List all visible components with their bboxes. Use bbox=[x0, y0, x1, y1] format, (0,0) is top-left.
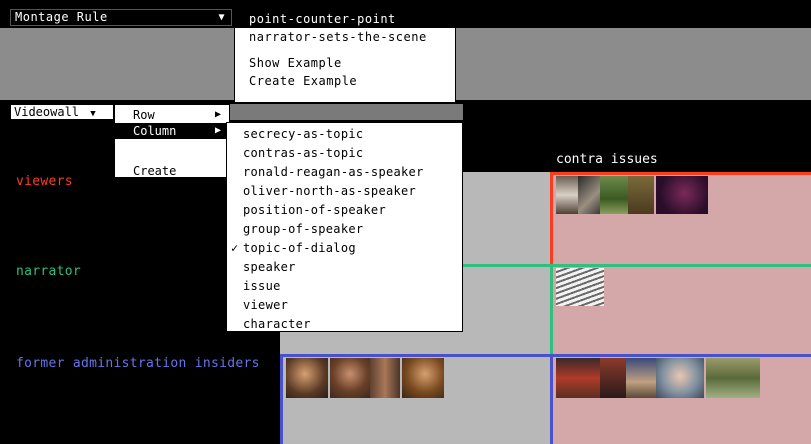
option-issue[interactable]: issue bbox=[227, 277, 462, 296]
row-label-text: narrator bbox=[16, 264, 82, 279]
submenu-arrow-icon: ▶ bbox=[214, 125, 221, 136]
menu-item-point-counter-point[interactable]: point-counter-point bbox=[235, 10, 455, 28]
option-label: topic-of-dialog bbox=[243, 241, 356, 255]
option-label: ronald-reagan-as-speaker bbox=[243, 165, 424, 179]
video-thumbnail[interactable] bbox=[370, 358, 400, 398]
checkmark-icon: ✓ bbox=[231, 241, 239, 255]
row-label-text: former administration insiders bbox=[16, 356, 260, 371]
video-thumbnail[interactable] bbox=[600, 358, 626, 398]
video-thumbnail[interactable] bbox=[706, 358, 760, 398]
videowall-menu: Row ▶ Column ▶ Create bbox=[114, 104, 230, 178]
video-thumbnail[interactable] bbox=[556, 358, 600, 398]
montage-rule-menu: point-counter-point narrator-sets-the-sc… bbox=[234, 9, 456, 103]
option-label: oliver-north-as-speaker bbox=[243, 184, 417, 198]
montage-rule-dropdown[interactable]: Montage Rule ▼ bbox=[10, 9, 232, 26]
dropdown-arrow-icon: ▼ bbox=[218, 12, 225, 23]
submenu-arrow-icon: ▶ bbox=[214, 109, 221, 120]
option-oliver-north-as-speaker[interactable]: oliver-north-as-speaker bbox=[227, 182, 462, 201]
option-label: group-of-speaker bbox=[243, 222, 364, 236]
video-thumbnail[interactable] bbox=[556, 176, 578, 214]
option-label: character bbox=[243, 317, 311, 331]
video-thumbnail[interactable] bbox=[656, 358, 704, 398]
option-label: viewer bbox=[243, 298, 289, 312]
dropdown-arrow-icon: ▼ bbox=[90, 109, 96, 119]
video-thumbnail[interactable] bbox=[556, 268, 604, 306]
column-label: Column bbox=[133, 124, 177, 138]
column-submenu: secrecy-as-topic contras-as-topic ronald… bbox=[226, 122, 463, 332]
option-label: position-of-speaker bbox=[243, 203, 386, 217]
option-secrecy-as-topic[interactable]: secrecy-as-topic bbox=[227, 125, 462, 144]
option-viewer[interactable]: viewer bbox=[227, 296, 462, 315]
menu-item-create-example[interactable]: Create Example bbox=[235, 72, 455, 90]
video-thumbnail[interactable] bbox=[286, 358, 328, 398]
row-label: Row bbox=[133, 108, 155, 122]
option-contras-as-topic[interactable]: contras-as-topic bbox=[227, 144, 462, 163]
option-label: secrecy-as-topic bbox=[243, 127, 364, 141]
menu-separator bbox=[235, 46, 455, 54]
option-label: contras-as-topic bbox=[243, 146, 364, 160]
option-position-of-speaker[interactable]: position-of-speaker bbox=[227, 201, 462, 220]
column-header-contra-issues: contra issues bbox=[556, 152, 658, 167]
menu-item-create[interactable]: Create bbox=[115, 163, 229, 179]
video-thumbnail[interactable] bbox=[578, 176, 600, 214]
row-label-text: viewers bbox=[16, 174, 73, 189]
video-thumbnail[interactable] bbox=[628, 176, 654, 214]
montage-rule-label: Montage Rule bbox=[15, 10, 108, 24]
option-label: issue bbox=[243, 279, 281, 293]
row-label-narrator: narrator bbox=[16, 264, 81, 279]
menu-item-narrator-sets-the-scene[interactable]: narrator-sets-the-scene bbox=[235, 28, 455, 46]
option-character[interactable]: character bbox=[227, 315, 462, 334]
option-group-of-speaker[interactable]: group-of-speaker bbox=[227, 220, 462, 239]
row-label-viewers: viewers bbox=[16, 174, 73, 189]
video-thumbnail[interactable] bbox=[656, 176, 708, 214]
video-thumbnail[interactable] bbox=[330, 358, 370, 398]
videowall-label: Videowall bbox=[14, 105, 80, 119]
option-topic-of-dialog[interactable]: ✓ topic-of-dialog bbox=[227, 239, 462, 258]
create-label: Create bbox=[133, 164, 177, 178]
video-thumbnail[interactable] bbox=[402, 358, 444, 398]
video-thumbnail[interactable] bbox=[626, 358, 656, 398]
video-thumbnail[interactable] bbox=[600, 176, 628, 214]
menu-item-show-example[interactable]: Show Example bbox=[235, 54, 455, 72]
menu-item-column[interactable]: Column ▶ bbox=[115, 123, 229, 139]
option-speaker[interactable]: speaker bbox=[227, 258, 462, 277]
videowall-dropdown[interactable]: Videowall ▼ bbox=[10, 104, 114, 120]
option-ronald-reagan-as-speaker[interactable]: ronald-reagan-as-speaker bbox=[227, 163, 462, 182]
row-label-insiders: former administration insiders bbox=[16, 356, 260, 371]
menu-item-row[interactable]: Row ▶ bbox=[115, 107, 229, 123]
option-label: speaker bbox=[243, 260, 296, 274]
